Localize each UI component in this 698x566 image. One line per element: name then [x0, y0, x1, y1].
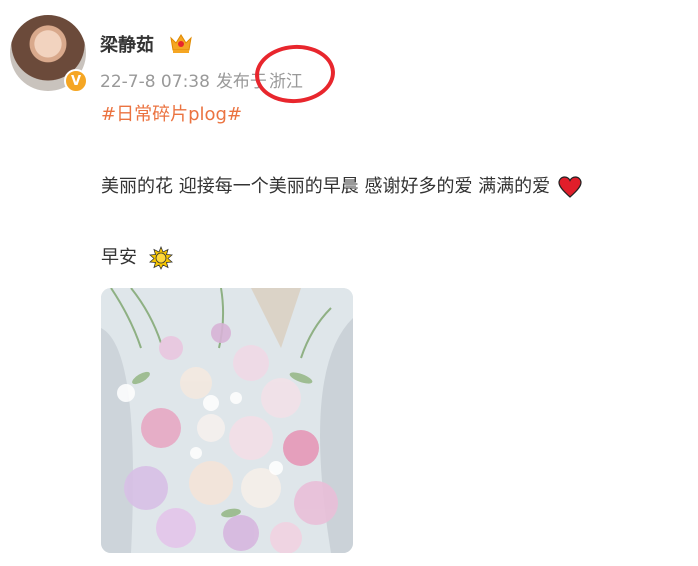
- post-text-2: 早安: [101, 247, 137, 268]
- post-text-1: 美丽的花 迎接每一个美丽的早晨 感谢好多的爱 满满的爱: [101, 176, 551, 197]
- post-text-line-1: 美丽的花 迎接每一个美丽的早晨 感谢好多的爱 满满的爱: [101, 172, 582, 198]
- sun-icon: [148, 246, 173, 270]
- topic-tag[interactable]: #日常碎片plog#: [101, 100, 242, 126]
- post-date[interactable]: 22-7-8 07:38: [100, 72, 210, 92]
- flower-bouquet-photo: [101, 288, 353, 553]
- author-avatar-container[interactable]: V: [10, 15, 88, 93]
- crown-icon[interactable]: [169, 32, 193, 54]
- post-image[interactable]: [101, 288, 353, 553]
- verified-badge: V: [64, 69, 88, 93]
- post-text-line-2: 早安: [101, 243, 173, 270]
- annotation-circle: [253, 42, 337, 106]
- author-name[interactable]: 梁静茹: [100, 31, 154, 57]
- heart-icon: [558, 176, 582, 198]
